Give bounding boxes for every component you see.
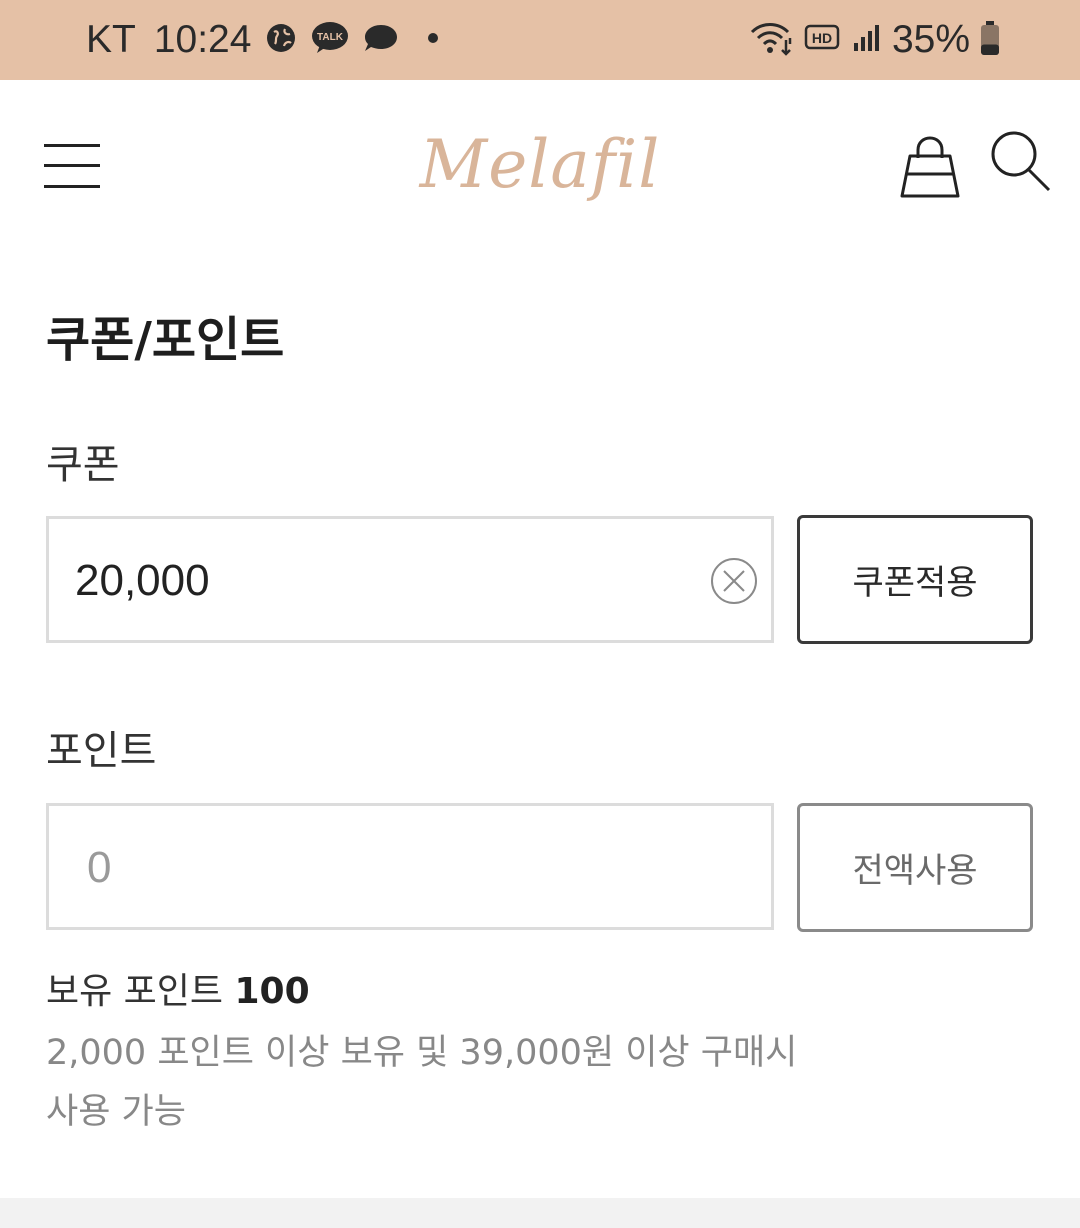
kakaotalk-text: TALK xyxy=(317,32,344,43)
carrier-name: KT xyxy=(86,18,136,61)
kakaotalk-icon: TALK xyxy=(311,21,349,59)
bottom-divider xyxy=(0,1198,1080,1228)
apply-coupon-button[interactable]: 쿠폰적용 xyxy=(797,515,1033,644)
points-input-box xyxy=(46,803,774,930)
shopping-bag-icon xyxy=(900,136,960,198)
hd-voice-icon: HD xyxy=(804,23,842,57)
status-bar-left: KT 10:24 TALK xyxy=(86,0,443,80)
points-label: 포인트 xyxy=(46,728,157,774)
owned-points-label: 보유 포인트 xyxy=(46,971,224,1012)
notice-line-1: 2,000 포인트 이상 보유 및 39,000원 이상 구매시 xyxy=(46,1033,798,1073)
signal-icon xyxy=(852,23,882,57)
app-header: Melafil xyxy=(0,80,1080,250)
battery-icon xyxy=(980,20,1000,60)
clear-coupon-button[interactable] xyxy=(709,556,759,606)
use-all-points-button[interactable]: 전액사용 xyxy=(797,803,1033,932)
points-input[interactable] xyxy=(85,806,709,929)
owned-points: 보유 포인트 100 xyxy=(46,962,310,1014)
globe-icon xyxy=(265,22,297,58)
hd-text: HD xyxy=(812,30,832,46)
coupon-label: 쿠폰 xyxy=(46,442,120,488)
status-bar-right: HD 35% xyxy=(750,0,1000,80)
notification-dot-icon xyxy=(413,30,443,50)
search-icon xyxy=(991,131,1051,192)
coupon-input[interactable] xyxy=(73,519,697,642)
battery-percent: 35% xyxy=(891,18,970,61)
status-bar: KT 10:24 TALK HD 35% xyxy=(0,0,1080,80)
points-usage-notice: 2,000 포인트 이상 보유 및 39,000원 이상 구매시 사용 가능 xyxy=(46,1024,866,1142)
chat-bubble-icon xyxy=(363,23,399,57)
wifi-icon xyxy=(750,20,794,60)
owned-points-value: 100 xyxy=(234,971,310,1012)
clock-time: 10:24 xyxy=(153,18,252,61)
cart-button[interactable] xyxy=(898,134,962,200)
search-button[interactable] xyxy=(988,130,1052,194)
clear-icon xyxy=(711,558,757,604)
coupon-input-box xyxy=(46,516,774,643)
page-title: 쿠폰/포인트 xyxy=(46,312,285,368)
notice-line-2: 사용 가능 xyxy=(46,1092,186,1132)
